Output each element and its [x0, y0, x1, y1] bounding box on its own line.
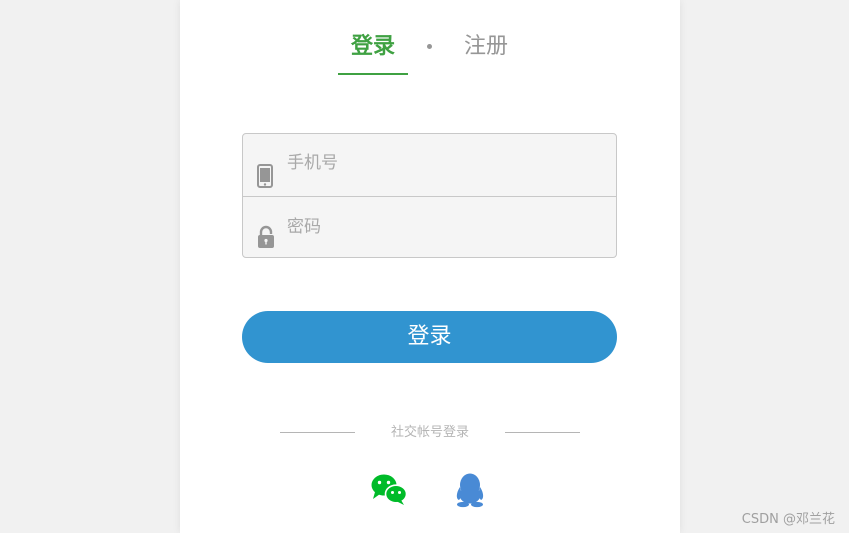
qq-icon[interactable]: [452, 472, 488, 512]
tab-separator-dot: [427, 44, 432, 49]
auth-tabs: 登录 注册: [180, 30, 680, 75]
divider-line-right: [505, 432, 580, 433]
social-login-label: 社交帐号登录: [390, 425, 469, 440]
login-input-group: [242, 133, 617, 258]
social-login-divider: 社交帐号登录: [280, 424, 580, 444]
tab-register[interactable]: 注册: [456, 30, 516, 64]
wechat-icon[interactable]: [370, 472, 408, 510]
phone-field: [243, 134, 616, 197]
login-card: 登录 注册 手机号 登录 社交帐号登录: [180, 0, 680, 533]
password-field: [243, 197, 616, 257]
login-button[interactable]: 登录: [242, 311, 617, 363]
tab-login[interactable]: 登录: [338, 30, 408, 75]
phone-input[interactable]: [243, 134, 616, 192]
divider-line-left: [280, 432, 355, 433]
password-input[interactable]: [243, 197, 616, 257]
watermark: CSDN @邓兰花: [741, 512, 835, 527]
